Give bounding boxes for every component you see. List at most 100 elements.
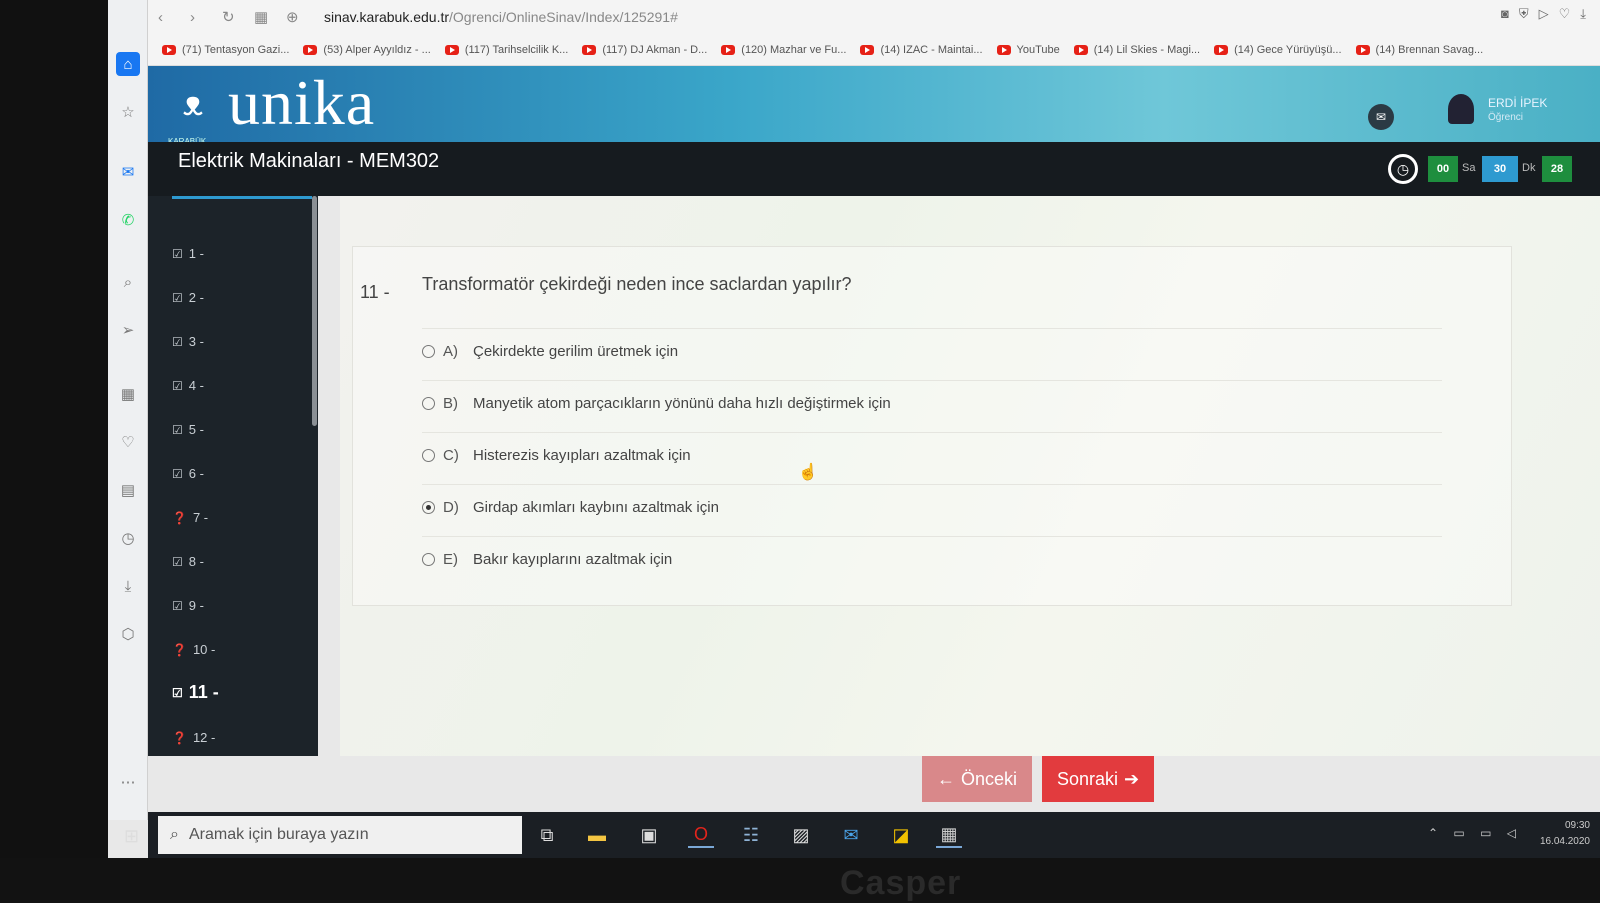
bookmark[interactable]: YouTube (996, 44, 1060, 56)
box-icon[interactable]: ⬡ (116, 622, 140, 646)
radio-button[interactable] (422, 553, 435, 566)
system-clock[interactable]: 09:30 16.04.2020 (1540, 818, 1590, 850)
previous-button-label: Önceki (960, 768, 1018, 789)
search-icon[interactable]: ⌕ (116, 270, 140, 294)
photos-icon[interactable]: ▨ (788, 822, 814, 848)
question-nav-item[interactable]: ❓ 10 - (172, 642, 215, 657)
avatar[interactable] (1448, 94, 1474, 124)
forward-icon[interactable]: › (190, 9, 212, 26)
network-app-icon[interactable]: ☷ (738, 822, 764, 848)
history-icon[interactable]: ◷ (116, 526, 140, 550)
answer-option-d[interactable]: D) Girdap akımları kaybını azaltmak için (422, 484, 1442, 530)
question-nav-item[interactable]: ☑ 1 - (172, 246, 204, 261)
radio-button[interactable] (422, 449, 435, 462)
sticky-notes-icon[interactable]: ◪ (888, 822, 914, 848)
more-icon[interactable]: ⋯ (116, 770, 140, 794)
tray-icons[interactable]: ⌃ ▭ ▭ ◁ (1428, 826, 1522, 840)
heart-icon[interactable]: ♡ (1559, 6, 1571, 22)
question-nav-item[interactable]: ☑ 4 - (172, 378, 204, 393)
whatsapp-icon[interactable]: ✆ (116, 208, 140, 232)
mail-icon[interactable]: ✉ (1368, 104, 1394, 130)
question-nav-item[interactable]: ☑ 8 - (172, 554, 204, 569)
question-nav-item-current[interactable]: ☑ 11 - (172, 682, 219, 703)
checked-icon: ☑ (172, 685, 183, 700)
option-text: Manyetik atom parçacıkların yönünü daha … (473, 395, 891, 412)
question-mark-icon: ❓ (172, 642, 187, 657)
bookmark[interactable]: (14) Brennan Savag... (1355, 44, 1483, 56)
heart-icon[interactable]: ♡ (116, 430, 140, 454)
play-icon[interactable]: ▷ (1539, 6, 1549, 22)
question-nav-label: 1 - (188, 246, 204, 261)
calculator-icon[interactable]: ▦ (936, 822, 962, 848)
home-icon[interactable]: ⌂ (116, 52, 140, 76)
monitor-brand: Casper (840, 864, 962, 902)
checked-icon: ☑ (172, 246, 183, 261)
clock-icon: ◷ (1388, 154, 1418, 184)
question-mark-icon: ❓ (172, 510, 187, 525)
question-nav-item[interactable]: ☑ 6 - (172, 466, 204, 481)
option-letter: A) (443, 343, 458, 360)
question-nav-item[interactable]: ☑ 9 - (172, 598, 204, 613)
camera-icon[interactable]: ◙ (1501, 6, 1509, 22)
next-button[interactable]: Sonraki ➔ (1042, 756, 1154, 802)
send-icon[interactable]: ➢ (116, 318, 140, 342)
youtube-icon (582, 44, 597, 55)
url-host: sinav.karabuk.edu.tr (324, 9, 450, 25)
answer-option-c[interactable]: C) Histerezis kayıpları azaltmak için (422, 432, 1442, 478)
youtube-icon (303, 44, 318, 55)
bookmark[interactable]: (14) IZAC - Maintai... (860, 44, 983, 56)
question-nav-item[interactable]: ❓ 12 - (172, 730, 215, 745)
bookmark[interactable]: (14) Lil Skies - Magi... (1073, 44, 1200, 56)
user-name[interactable]: ERDİ İPEK (1488, 96, 1547, 110)
bookmark[interactable]: (117) Tarihselcilik K... (444, 44, 568, 56)
news-icon[interactable]: ▤ (116, 478, 140, 502)
timer-minutes-label: Dk (1522, 162, 1536, 174)
reload-icon[interactable]: ↻ (222, 8, 244, 26)
taskbar-search[interactable]: ⌕ Aramak için buraya yazın (158, 816, 522, 854)
radio-button[interactable] (422, 397, 435, 410)
bookmark[interactable]: (71) Tentasyon Gazi... (162, 44, 289, 56)
mail-app-icon[interactable]: ✉ (838, 822, 864, 848)
question-nav-label: 12 - (192, 730, 216, 745)
bookmark-label: (71) Tentasyon Gazi... (182, 43, 290, 56)
shield-icon[interactable]: ⛨ (1519, 6, 1529, 22)
bookmark-icon[interactable]: ☆ (116, 100, 140, 124)
opera-icon[interactable]: O (688, 822, 714, 848)
messenger-icon[interactable]: ✉ (116, 160, 140, 184)
answer-option-e[interactable]: E) Bakır kayıplarını azaltmak için (422, 536, 1442, 582)
next-button-label: Sonraki (1056, 768, 1118, 789)
radio-button[interactable] (422, 345, 435, 358)
file-explorer-icon[interactable]: ▬ (584, 822, 610, 848)
bookmark[interactable]: (53) Alper Ayyıldız - ... (303, 44, 431, 56)
store-icon[interactable]: ▣ (636, 822, 662, 848)
question-nav-item[interactable]: ☑ 2 - (172, 290, 204, 305)
youtube-icon (1214, 44, 1229, 55)
course-title: Elektrik Makinaları - MEM302 (178, 150, 440, 172)
arrow-left-icon: ← (936, 768, 955, 789)
url-field[interactable]: sinav.karabuk.edu.tr/Ogrenci/OnlineSinav… (324, 9, 678, 25)
question-nav-item[interactable]: ☑ 3 - (172, 334, 204, 349)
windows-start-icon[interactable]: ⊞ (124, 826, 139, 847)
download-icon[interactable]: ⤓ (1580, 6, 1586, 22)
bookmark[interactable]: (14) Gece Yürüyüşü... (1214, 44, 1342, 56)
task-view-icon[interactable]: ⧉ (534, 822, 560, 848)
checked-icon: ☑ (172, 598, 183, 613)
youtube-icon (444, 44, 459, 55)
checked-icon: ☑ (172, 334, 183, 349)
radio-button-selected[interactable] (422, 501, 435, 514)
back-icon[interactable]: ‹ (158, 9, 180, 26)
question-nav-item[interactable]: ❓ 7 - (172, 510, 208, 525)
checked-icon: ☑ (172, 378, 183, 393)
apps-icon[interactable]: ▦ (116, 382, 140, 406)
tabs-icon[interactable]: ▦ (254, 8, 276, 26)
timer-hours-label: Sa (1462, 162, 1476, 174)
question-nav-item[interactable]: ☑ 5 - (172, 422, 204, 437)
answer-option-b[interactable]: B) Manyetik atom parçacıkların yönünü da… (422, 380, 1442, 426)
nav-scrollbar[interactable] (312, 196, 317, 426)
bookmark[interactable]: (117) DJ Akman - D... (582, 44, 707, 56)
bookmark[interactable]: (120) Mazhar ve Fu... (721, 44, 846, 56)
answer-option-a[interactable]: A) Çekirdekte gerilim üretmek için (422, 328, 1442, 374)
download-icon[interactable]: ⤓ (116, 574, 140, 598)
site-logo[interactable]: unika (228, 66, 375, 140)
previous-button[interactable]: ← Önceki (922, 756, 1032, 802)
